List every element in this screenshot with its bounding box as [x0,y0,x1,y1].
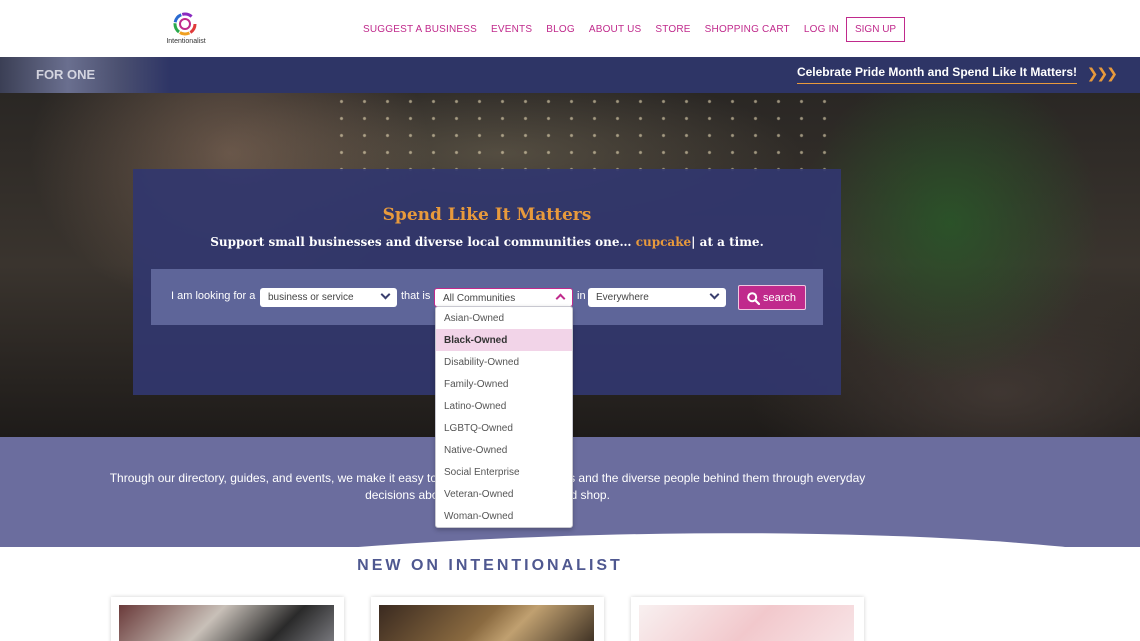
category-select-value: business or service [268,292,354,303]
community-dropdown-list: Asian-Owned Black-Owned Disability-Owned… [435,306,573,528]
hero-subtitle-prefix: Support small businesses and diverse loc… [210,235,632,249]
hero-title: Spend Like It Matters [382,205,592,225]
community-option-highlighted[interactable]: Black-Owned [436,329,572,351]
hero-background-lights [330,93,830,173]
search-button[interactable]: search [738,285,806,310]
in-label: in [577,290,586,302]
business-card-image [379,605,594,641]
promo-photo-text: FOR ONE [36,67,96,82]
location-select[interactable]: Everywhere [588,288,726,307]
community-option[interactable]: Latino-Owned [436,395,572,417]
category-select[interactable]: business or service [260,288,397,307]
business-card[interactable] [111,597,344,641]
nav-blog[interactable]: BLOG [546,24,575,35]
chevron-down-icon [709,289,720,300]
hero-subtitle-highlight: cupcake [635,235,692,249]
nav-events[interactable]: EVENTS [491,24,532,35]
search-icon [747,292,760,305]
chevron-up-icon [555,293,566,304]
that-is-label: that is [401,290,431,302]
new-section-heading: NEW ON INTENTIONALIST [357,557,623,574]
business-card[interactable] [371,597,604,641]
intentionalist-logo[interactable]: Intentionalist [163,10,209,48]
hero-subtitle: Support small businesses and diverse loc… [133,235,841,249]
community-option[interactable]: Social Enterprise [436,461,572,483]
search-button-label: search [763,292,797,304]
looking-for-label: I am looking for a [171,290,256,302]
sign-up-button[interactable]: SIGN UP [845,16,906,42]
community-option[interactable]: Woman-Owned [436,505,572,527]
nav-about-us[interactable]: ABOUT US [589,24,642,35]
business-card-image [119,605,334,641]
community-option[interactable]: Native-Owned [436,439,572,461]
nav-links: SUGGEST A BUSINESS EVENTS BLOG ABOUT US … [363,16,906,42]
hero-subtitle-suffix: | at a time. [691,235,764,249]
top-navigation: Intentionalist SUGGEST A BUSINESS EVENTS… [0,0,1140,57]
nav-log-in[interactable]: LOG IN [804,24,839,35]
nav-suggest-business[interactable]: SUGGEST A BUSINESS [363,24,477,35]
nav-store[interactable]: STORE [655,24,690,35]
business-card[interactable] [631,597,864,641]
community-select[interactable]: All Communities [434,288,573,307]
community-option[interactable]: Family-Owned [436,373,572,395]
community-option[interactable]: Veteran-Owned [436,483,572,505]
community-option[interactable]: Asian-Owned [436,307,572,329]
business-card-image [639,605,854,641]
community-select-value: All Communities [443,293,516,304]
community-option[interactable]: Disability-Owned [436,351,572,373]
location-select-value: Everywhere [596,292,649,303]
logo-text: Intentionalist [166,38,206,45]
community-option[interactable]: LGBTQ-Owned [436,417,572,439]
nav-shopping-cart[interactable]: SHOPPING CART [705,24,790,35]
chevron-down-icon [380,289,391,300]
promo-banner: FOR ONE Celebrate Pride Month and Spend … [0,57,1140,93]
promo-arrows-icon[interactable]: ❯❯❯ [1087,65,1118,82]
logo-swirl-icon [173,12,197,36]
promo-link[interactable]: Celebrate Pride Month and Spend Like It … [796,65,1077,84]
promo-photo: FOR ONE [0,57,170,93]
